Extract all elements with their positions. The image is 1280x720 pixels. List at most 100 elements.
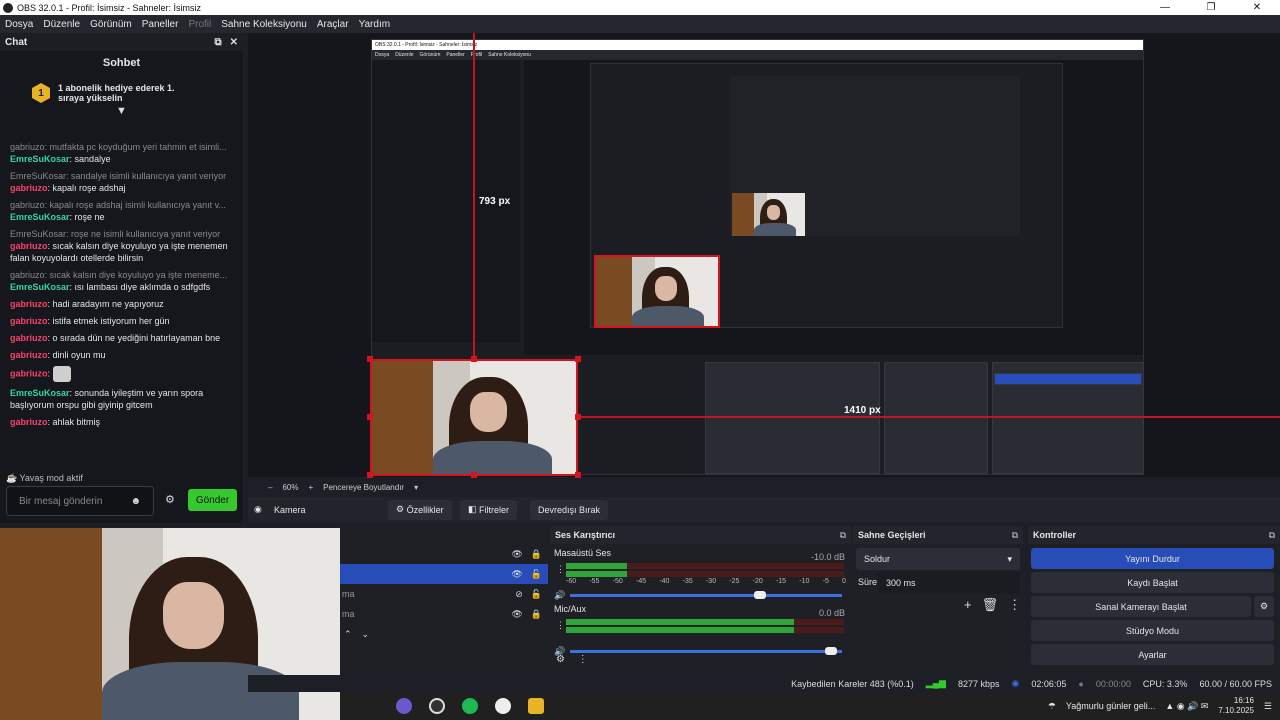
menu-docks[interactable]: Paneller bbox=[137, 19, 184, 30]
app-icon-2[interactable] bbox=[528, 698, 544, 714]
source-row[interactable]: ma 👁 🔒 bbox=[340, 604, 548, 624]
source-row[interactable]: 👁 🔒 bbox=[340, 544, 548, 564]
advanced-audio-gear-icon[interactable]: ⚙ bbox=[556, 654, 565, 665]
dock-menu-icon[interactable]: ⧉ bbox=[1269, 530, 1275, 541]
studio-mode-button[interactable]: Stüdyo Modu bbox=[1031, 620, 1274, 641]
virtual-camera-gear-icon[interactable]: ⚙ bbox=[1254, 596, 1274, 617]
chat-message-input[interactable]: Bir mesaj gönderin ☻ bbox=[6, 486, 154, 516]
properties-button[interactable]: ⚙ Özellikler bbox=[388, 499, 452, 520]
resize-handle-icon[interactable] bbox=[367, 414, 373, 420]
chat-username[interactable]: gabriuzo bbox=[10, 350, 48, 360]
emote-picker-icon[interactable]: ☻ bbox=[130, 496, 141, 507]
channel-menu-icon[interactable]: ⋮ bbox=[556, 564, 565, 575]
visibility-eye-icon[interactable]: 👁 bbox=[511, 609, 522, 620]
chat-username[interactable]: gabriuzo bbox=[10, 368, 48, 378]
spotify-icon[interactable] bbox=[462, 698, 478, 714]
resize-handle-icon[interactable] bbox=[575, 356, 581, 362]
chat-username[interactable]: EmreSuKosar bbox=[10, 154, 70, 164]
zoom-mode[interactable]: Pencereye Boyutlandır bbox=[323, 483, 404, 492]
source-selection-box[interactable] bbox=[370, 359, 578, 476]
lock-icon[interactable]: 🔓 bbox=[531, 589, 542, 600]
deactivate-button[interactable]: Devredışı Bırak bbox=[530, 499, 609, 520]
lock-icon[interactable]: 🔓 bbox=[531, 569, 542, 580]
minimize-icon[interactable]: — bbox=[1142, 2, 1188, 13]
dock-menu-icon[interactable]: ⧉ bbox=[840, 530, 846, 541]
resize-handle-icon[interactable] bbox=[575, 472, 581, 478]
duration-input[interactable]: 300 ms bbox=[878, 572, 1020, 594]
chat-username[interactable]: gabriuzo bbox=[10, 316, 48, 326]
start-virtual-camera-button[interactable]: Sanal Kamerayı Başlat bbox=[1031, 596, 1251, 617]
mixer-menu-icon[interactable]: ⋮ bbox=[578, 654, 588, 665]
volume-slider[interactable] bbox=[570, 591, 842, 599]
app-icon[interactable] bbox=[495, 698, 511, 714]
chat-username[interactable]: gabriuzo bbox=[10, 241, 48, 251]
move-up-icon[interactable]: ⌃ bbox=[344, 629, 352, 640]
chat-username[interactable]: EmreSuKosar bbox=[10, 212, 70, 222]
filters-button[interactable]: ◧ Filtreler bbox=[460, 499, 518, 520]
dock-menu-icon[interactable]: ⧉ bbox=[1012, 530, 1018, 541]
menu-scene-collection[interactable]: Sahne Koleksiyonu bbox=[216, 19, 312, 30]
volume-knob[interactable] bbox=[754, 591, 767, 599]
send-button[interactable]: Gönder bbox=[188, 489, 237, 511]
settings-button[interactable]: Ayarlar bbox=[1031, 644, 1274, 665]
sources-list: 👁 🔒 👁 🔓 ma ⊘ 🔓 ma 👁 🔒 ⌃ ⌄ bbox=[340, 544, 548, 644]
menu-view[interactable]: Görünüm bbox=[85, 19, 137, 30]
speaker-icon[interactable]: 🔊 bbox=[554, 590, 565, 601]
pinned-gift-banner[interactable]: 1 1 abonelik hediye ederek 1. sıraya yük… bbox=[32, 83, 202, 103]
start-recording-button[interactable]: Kaydı Başlat bbox=[1031, 572, 1274, 593]
resize-handle-icon[interactable] bbox=[471, 472, 477, 478]
duration-value: 300 ms bbox=[886, 578, 916, 588]
zoom-out-icon[interactable]: – bbox=[268, 483, 272, 492]
menu-edit[interactable]: Düzenle bbox=[38, 19, 85, 30]
chat-username[interactable]: EmreSuKosar bbox=[10, 282, 70, 292]
chat-title: Sohbet bbox=[102, 57, 141, 69]
menu-file[interactable]: Dosya bbox=[0, 19, 38, 30]
menu-bar: Dosya Düzenle Görünüm Paneller Profil Sa… bbox=[0, 15, 1280, 33]
close-icon[interactable]: ✕ bbox=[1234, 2, 1280, 13]
chat-username[interactable]: gabriuzo bbox=[10, 299, 48, 309]
menu-tools[interactable]: Araçlar bbox=[312, 19, 354, 30]
zoom-mode-dropdown-icon[interactable]: ▾ bbox=[414, 483, 418, 492]
resize-handle-icon[interactable] bbox=[471, 356, 477, 362]
undock-icon[interactable]: ⧉ bbox=[214, 37, 221, 48]
collapse-arrow-icon[interactable]: ▼ bbox=[0, 105, 243, 117]
chat-username[interactable]: gabriuzo bbox=[10, 183, 48, 193]
chat-username[interactable]: gabriuzo bbox=[10, 333, 48, 343]
restore-icon[interactable]: ❐ bbox=[1188, 2, 1234, 13]
meter-fill bbox=[566, 563, 628, 569]
trash-icon[interactable]: 🗑 bbox=[982, 597, 999, 613]
source-row-selected[interactable]: 👁 🔓 bbox=[340, 564, 548, 584]
menu-help[interactable]: Yardım bbox=[354, 19, 396, 30]
visibility-eye-icon[interactable]: 👁 bbox=[511, 549, 522, 560]
zoom-bar: – 60% + Pencereye Boyutlandır ▾ bbox=[248, 479, 1280, 496]
more-icon[interactable]: ⋮ bbox=[1008, 597, 1021, 613]
close-dock-icon[interactable]: ✕ bbox=[230, 37, 238, 48]
discord-icon[interactable] bbox=[396, 698, 412, 714]
channel-menu-icon[interactable]: ⋮ bbox=[556, 620, 565, 631]
stop-streaming-button[interactable]: Yayını Durdur bbox=[1031, 548, 1274, 569]
notification-icon[interactable]: ☰ bbox=[1264, 701, 1272, 712]
zoom-in-icon[interactable]: + bbox=[308, 483, 313, 492]
tray-icons[interactable]: ▲ ◉ 🔊 ✉ bbox=[1165, 701, 1208, 712]
visibility-eye-icon[interactable]: 👁 bbox=[511, 569, 522, 580]
move-down-icon[interactable]: ⌄ bbox=[362, 629, 370, 640]
resize-handle-icon[interactable] bbox=[367, 356, 373, 362]
volume-knob[interactable] bbox=[825, 647, 838, 655]
add-icon[interactable]: + bbox=[964, 597, 972, 613]
clock[interactable]: 16:16 7.10.2025 bbox=[1218, 696, 1254, 716]
chat-username[interactable]: gabriuzo bbox=[10, 417, 48, 427]
lock-icon[interactable]: 🔒 bbox=[531, 609, 542, 620]
obs-taskbar-icon[interactable] bbox=[429, 698, 445, 714]
transition-select[interactable]: Soldur ▾ bbox=[856, 548, 1020, 570]
chat-settings-gear-icon[interactable]: ⚙ bbox=[165, 493, 175, 506]
hidden-eye-icon[interactable]: ⊘ bbox=[515, 589, 523, 600]
source-row[interactable]: ma ⊘ 🔓 bbox=[340, 584, 548, 604]
lock-icon[interactable]: 🔒 bbox=[531, 549, 542, 560]
resize-handle-icon[interactable] bbox=[367, 472, 373, 478]
weather-text[interactable]: Yağmurlu günler geli... bbox=[1066, 701, 1155, 711]
chat-username[interactable]: EmreSuKosar bbox=[10, 388, 70, 398]
volume-slider[interactable] bbox=[570, 647, 842, 655]
resize-handle-icon[interactable] bbox=[575, 414, 581, 420]
db-scale: -60 -55 -50 -45 -40 -35 -30 -25 -20 -15 -10 -5 0 bbox=[566, 578, 846, 585]
menu-profile[interactable]: Profil bbox=[183, 19, 216, 30]
